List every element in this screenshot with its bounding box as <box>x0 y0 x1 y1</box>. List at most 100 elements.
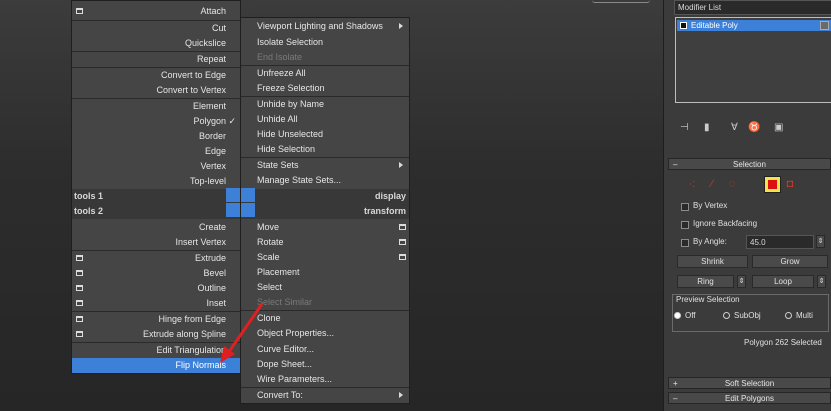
menu-item-unfreeze-all[interactable]: Unfreeze All <box>241 66 409 81</box>
show-end-result-icon[interactable]: ▮ <box>704 122 710 133</box>
element-subobject-icon[interactable]: ◘ <box>784 178 796 190</box>
pin-stack-icon[interactable]: ⊣ <box>680 122 689 133</box>
menu-item-label: Placement <box>257 267 300 277</box>
rollout-soft-selection[interactable]: + Soft Selection <box>668 377 831 389</box>
menu-item-extrude[interactable]: Extrude <box>72 251 240 266</box>
angle-spinner[interactable]: ⇕ <box>816 235 825 248</box>
settings-box-icon[interactable] <box>399 254 406 260</box>
menu-item-label: Extrude <box>194 253 226 263</box>
modifier-list-dropdown[interactable]: Modifier List <box>674 0 831 15</box>
settings-box-icon[interactable] <box>399 239 406 245</box>
menu-item-label: Move <box>257 222 280 232</box>
quad-center-br[interactable] <box>241 203 255 217</box>
menu-item-convert-to[interactable]: Convert To: <box>241 388 409 403</box>
configure-sets-icon[interactable]: ▣ <box>774 122 783 133</box>
menu-item-state-sets[interactable]: State Sets <box>241 158 409 173</box>
menu-item-manage-state-sets[interactable]: Manage State Sets... <box>241 173 409 188</box>
menu-item-wire-parameters[interactable]: Wire Parameters... <box>241 372 409 387</box>
menu-item-label: Scale <box>257 252 280 262</box>
menu-item-edit-triangulation[interactable]: Edit Triangulation <box>72 343 240 358</box>
menu-item-select[interactable]: Select <box>241 280 409 295</box>
menu-item-hinge-from-edge[interactable]: Hinge from Edge <box>72 312 240 327</box>
menu-item-cut[interactable]: Cut <box>72 21 240 36</box>
menu-item-object-properties[interactable]: Object Properties... <box>241 326 409 341</box>
menu-item-dope-sheet[interactable]: Dope Sheet... <box>241 357 409 372</box>
quad-label-display[interactable]: display <box>241 189 409 204</box>
ignore-backfacing-checkbox[interactable] <box>681 221 689 229</box>
menu-item-bevel[interactable]: Bevel <box>72 266 240 281</box>
border-subobject-icon[interactable]: ◌ <box>726 178 738 190</box>
preview-off-radio[interactable] <box>674 312 681 319</box>
menu-item-placement[interactable]: Placement <box>241 265 409 280</box>
menu-item-move[interactable]: Move <box>241 220 409 235</box>
menu-item-clone[interactable]: Clone <box>241 311 409 326</box>
menu-item-insert-vertex[interactable]: Insert Vertex <box>72 235 240 250</box>
menu-item-unhide-all[interactable]: Unhide All <box>241 112 409 127</box>
menu-item-end-isolate: End Isolate <box>241 50 409 65</box>
edge-subobject-icon[interactable]: ⁄ <box>706 178 718 190</box>
menu-item-convert-to-vertex[interactable]: Convert to Vertex <box>72 83 240 98</box>
quad-label-tools-2[interactable]: tools 2 <box>72 204 240 219</box>
ring-button[interactable]: Ring <box>677 275 734 288</box>
settings-box-icon[interactable] <box>76 316 83 322</box>
grow-button[interactable]: Grow <box>752 255 828 268</box>
loop-button[interactable]: Loop <box>752 275 814 288</box>
menu-item-vertex[interactable]: Vertex <box>72 159 240 174</box>
expand-plus-icon[interactable] <box>680 22 687 29</box>
menu-item-outline[interactable]: Outline <box>72 281 240 296</box>
modifier-stack[interactable]: Editable Poly <box>675 17 831 103</box>
settings-box-icon[interactable] <box>76 255 83 261</box>
quad-center-tl[interactable] <box>226 188 240 202</box>
menu-item-inset[interactable]: Inset <box>72 296 240 311</box>
settings-box-icon[interactable] <box>399 224 406 230</box>
preview-multi-radio[interactable] <box>785 312 792 319</box>
menu-item-create[interactable]: Create <box>72 220 240 235</box>
settings-box-icon[interactable] <box>76 285 83 291</box>
menu-item-curve-editor[interactable]: Curve Editor... <box>241 342 409 357</box>
menu-item-edge[interactable]: Edge <box>72 144 240 159</box>
preview-subobj-radio[interactable] <box>723 312 730 319</box>
menu-item-quickslice[interactable]: Quickslice <box>72 36 240 51</box>
quad-center-tr[interactable] <box>241 188 255 202</box>
menu-item-hide-selection[interactable]: Hide Selection <box>241 142 409 157</box>
menu-item-flip-normals[interactable]: Flip Normals <box>72 358 240 373</box>
menu-item-border[interactable]: Border <box>72 129 240 144</box>
loop-spinner[interactable]: ⇕ <box>817 275 826 288</box>
menu-item-viewport-lighting[interactable]: Viewport Lighting and Shadows <box>241 19 409 34</box>
menu-item-hide-unselected[interactable]: Hide Unselected <box>241 127 409 142</box>
vertex-subobject-icon[interactable]: ·: <box>686 178 698 190</box>
menu-item-isolate-selection[interactable]: Isolate Selection <box>241 35 409 50</box>
menu-item-rotate[interactable]: Rotate <box>241 235 409 250</box>
settings-box-icon[interactable] <box>76 8 83 14</box>
menu-item-extrude-along-spline[interactable]: Extrude along Spline <box>72 327 240 342</box>
menu-item-repeat[interactable]: Repeat <box>72 52 240 67</box>
rollout-edit-polygons[interactable]: – Edit Polygons <box>668 392 831 404</box>
menu-item-top-level[interactable]: Top-level <box>72 174 240 189</box>
make-unique-icon[interactable]: ∀ <box>731 122 738 133</box>
menu-item-freeze-selection[interactable]: Freeze Selection <box>241 81 409 96</box>
settings-box-icon[interactable] <box>76 270 83 276</box>
polygon-subobject-icon[interactable] <box>764 176 781 193</box>
menu-item-attach[interactable]: Attach <box>72 4 240 19</box>
menu-item-polygon[interactable]: Polygon ✓ <box>72 114 240 129</box>
shrink-button[interactable]: Shrink <box>677 255 748 268</box>
settings-box-icon[interactable] <box>76 300 83 306</box>
quad-center-bl[interactable] <box>226 203 240 217</box>
by-angle-field[interactable]: 45.0 <box>746 235 814 249</box>
modifier-toggle-icon[interactable] <box>820 21 829 30</box>
quad-label-tools-1[interactable]: tools 1 <box>72 189 240 204</box>
menu-item-unhide-by-name[interactable]: Unhide by Name <box>241 97 409 112</box>
menu-item-select-similar: Select Similar <box>241 295 409 310</box>
stack-item-editable-poly[interactable]: Editable Poly <box>677 20 831 31</box>
ring-spinner[interactable]: ⇕ <box>737 275 746 288</box>
menu-item-convert-to-edge[interactable]: Convert to Edge <box>72 68 240 83</box>
submenu-arrow-icon <box>399 392 403 398</box>
by-angle-checkbox[interactable] <box>681 239 689 247</box>
settings-box-icon[interactable] <box>76 331 83 337</box>
rollout-selection[interactable]: – Selection <box>668 158 831 170</box>
menu-item-scale[interactable]: Scale <box>241 250 409 265</box>
quad-label-transform[interactable]: transform <box>241 204 409 219</box>
by-vertex-checkbox[interactable] <box>681 203 689 211</box>
remove-modifier-icon[interactable]: ♉ <box>748 122 760 133</box>
menu-item-element[interactable]: Element <box>72 99 240 114</box>
